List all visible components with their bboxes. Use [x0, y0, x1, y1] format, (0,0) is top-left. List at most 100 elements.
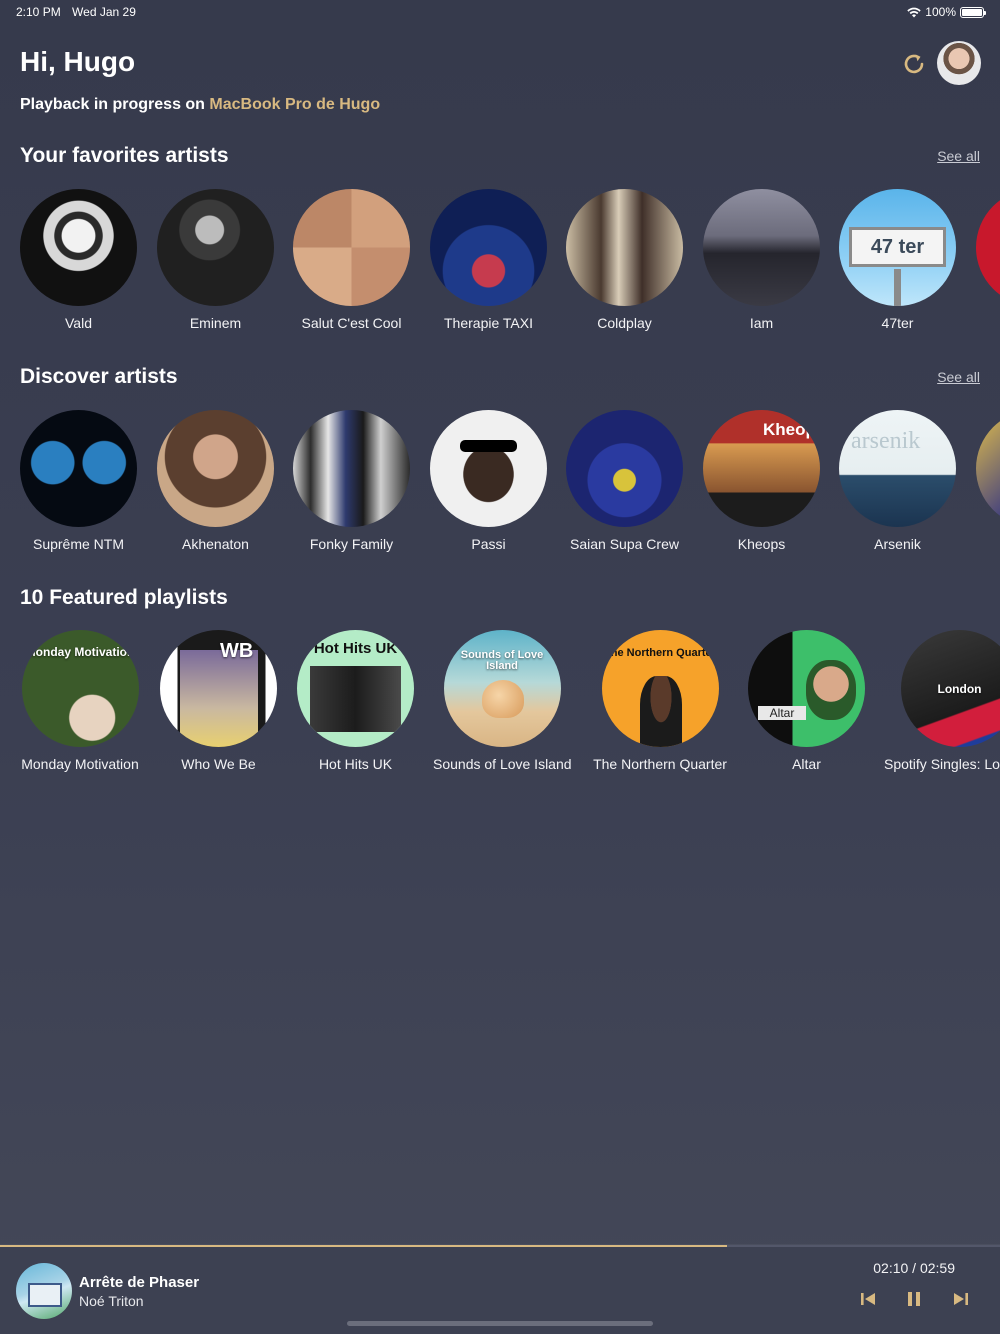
playlist-card-altar[interactable]: Altar Altar: [748, 630, 865, 772]
artist-card-fonky-family[interactable]: Fonky Family: [283, 410, 420, 552]
artist-image: [293, 410, 410, 527]
playback-device-link[interactable]: MacBook Pro de Hugo: [209, 96, 380, 113]
status-date: Wed Jan 29: [72, 5, 136, 19]
playlist-image: London: [901, 630, 1000, 747]
playback-status: Playback in progress on MacBook Pro de H…: [20, 96, 380, 114]
playlist-card-spotify-singles-london[interactable]: London Spotify Singles: Lo: [884, 630, 1000, 772]
battery-icon: [960, 6, 986, 18]
artist-image: [20, 189, 137, 306]
artist-name: Arsenik: [874, 536, 921, 552]
status-time: 2:10 PM: [16, 5, 61, 19]
artist-image: 47 ter: [839, 189, 956, 306]
now-playing-artwork[interactable]: [16, 1263, 72, 1319]
cover-text: Monday Motivation: [25, 645, 135, 659]
previous-icon[interactable]: [857, 1288, 879, 1310]
pause-icon[interactable]: [903, 1288, 925, 1310]
playlist-name: Altar: [792, 756, 821, 772]
refresh-icon[interactable]: [900, 50, 928, 78]
cover-text: The Northern Quarter: [604, 647, 716, 659]
artist-image: [976, 189, 1000, 306]
user-avatar[interactable]: [937, 41, 981, 85]
artist-card-iam[interactable]: Iam: [693, 189, 830, 331]
artist-image: [976, 410, 1000, 527]
artist-image: [157, 410, 274, 527]
playback-progress-fill: [0, 1245, 727, 1247]
artist-card-arsenik[interactable]: arsenik Arsenik: [829, 410, 966, 552]
playlist-name: The Northern Quarter: [593, 756, 727, 772]
artist-name: Passi: [471, 536, 506, 552]
playlist-image: WB: [160, 630, 277, 747]
artist-name: Vald: [65, 315, 92, 331]
artist-card-coldplay[interactable]: Coldplay: [556, 189, 693, 331]
playlist-card-who-we-be[interactable]: WB Who We Be: [160, 630, 277, 772]
artist-image: [430, 189, 547, 306]
artist-image: Kheop: [703, 410, 820, 527]
artist-card-salut-cest-cool[interactable]: Salut C'est Cool: [283, 189, 420, 331]
playlist-image: Monday Motivation: [21, 630, 139, 747]
artist-card-partial[interactable]: [966, 410, 1000, 527]
cover-text: London: [937, 682, 982, 696]
playlist-card-hot-hits-uk[interactable]: Hot Hits UK Hot Hits UK: [297, 630, 414, 772]
artist-card-passi[interactable]: Passi: [420, 410, 557, 552]
favorites-row: Vald Eminem Salut C'est Cool Therapie TA…: [0, 189, 1000, 349]
artist-image: [566, 410, 683, 527]
playlist-card-monday-motivation[interactable]: Monday Motivation Monday Motivation: [20, 630, 140, 772]
cover-text: Kheop: [763, 420, 816, 439]
next-icon[interactable]: [950, 1288, 972, 1310]
now-playing-time: 02:10 / 02:59: [873, 1260, 955, 1276]
artist-name: 47ter: [881, 315, 914, 331]
artist-name: Eminem: [189, 315, 242, 331]
artist-name: Saian Supa Crew: [570, 536, 679, 552]
discover-title: Discover artists: [20, 365, 178, 388]
billboard-text: 47 ter: [849, 227, 946, 267]
playlist-name: Who We Be: [181, 756, 256, 772]
artist-image: [20, 410, 137, 527]
playlist-image: The Northern Quarter: [601, 630, 719, 747]
artist-image: [430, 410, 547, 527]
cover-text: WB: [220, 640, 254, 662]
now-playing-title: Arrête de Phaser: [79, 1274, 200, 1291]
playlist-card-sounds-of-love-island[interactable]: Sounds of Love Island Sounds of Love Isl…: [433, 630, 572, 772]
artist-image: [157, 189, 274, 306]
artist-card-saian-supa-crew[interactable]: Saian Supa Crew: [556, 410, 693, 552]
artist-image: [566, 189, 683, 306]
artist-name: Akhenaton: [182, 536, 249, 552]
playlist-image: Sounds of Love Island: [443, 630, 561, 747]
artist-card-partial[interactable]: [966, 189, 1000, 306]
cover-text: Hot Hits UK: [313, 640, 398, 657]
greeting: Hi, Hugo: [20, 46, 136, 77]
playlist-image: Hot Hits UK: [297, 630, 414, 747]
artist-name: Coldplay: [597, 315, 652, 331]
artist-name: Therapie TAXI: [444, 315, 533, 331]
artist-card-supreme-ntm[interactable]: Suprême NTM: [10, 410, 147, 552]
playlist-name: Monday Motivation: [21, 756, 139, 772]
battery-percent: 100%: [925, 5, 956, 19]
artist-card-therapie-taxi[interactable]: Therapie TAXI: [420, 189, 557, 331]
artist-card-vald[interactable]: Vald: [10, 189, 147, 331]
artist-name: Salut C'est Cool: [301, 315, 402, 331]
playback-progress-bar[interactable]: [0, 1245, 1000, 1247]
favorites-title: Your favorites artists: [20, 144, 229, 167]
favorites-see-all-link[interactable]: See all: [937, 148, 980, 164]
status-bar: 2:10 PM Wed Jan 29 100%: [0, 0, 1000, 24]
playlist-name: Spotify Singles: Lo: [884, 756, 1000, 772]
cover-text: Altar: [758, 706, 806, 720]
playlist-card-the-northern-quarter[interactable]: The Northern Quarter The Northern Quarte…: [591, 630, 729, 772]
artist-name: Kheops: [737, 536, 786, 552]
home-indicator: [347, 1321, 653, 1326]
playlists-row: Monday Motivation Monday Motivation WB W…: [0, 630, 1000, 790]
artist-card-eminem[interactable]: Eminem: [147, 189, 284, 331]
playlist-name: Hot Hits UK: [318, 756, 393, 772]
playlist-image: Altar: [748, 630, 865, 747]
artist-card-47ter[interactable]: 47 ter 47ter: [829, 189, 966, 331]
artist-card-kheops[interactable]: Kheop Kheops: [693, 410, 830, 552]
artist-name: Suprême NTM: [32, 536, 125, 552]
cover-text: Sounds of Love Island: [460, 649, 544, 672]
cover-text: arsenik: [851, 428, 921, 454]
now-playing-artist: Noé Triton: [79, 1293, 144, 1309]
discover-row: Suprême NTM Akhenaton Fonky Family Passi…: [0, 410, 1000, 570]
playlists-title: 10 Featured playlists: [20, 586, 228, 609]
playlist-name: Sounds of Love Island: [433, 756, 572, 772]
artist-card-akhenaton[interactable]: Akhenaton: [147, 410, 284, 552]
discover-see-all-link[interactable]: See all: [937, 369, 980, 385]
